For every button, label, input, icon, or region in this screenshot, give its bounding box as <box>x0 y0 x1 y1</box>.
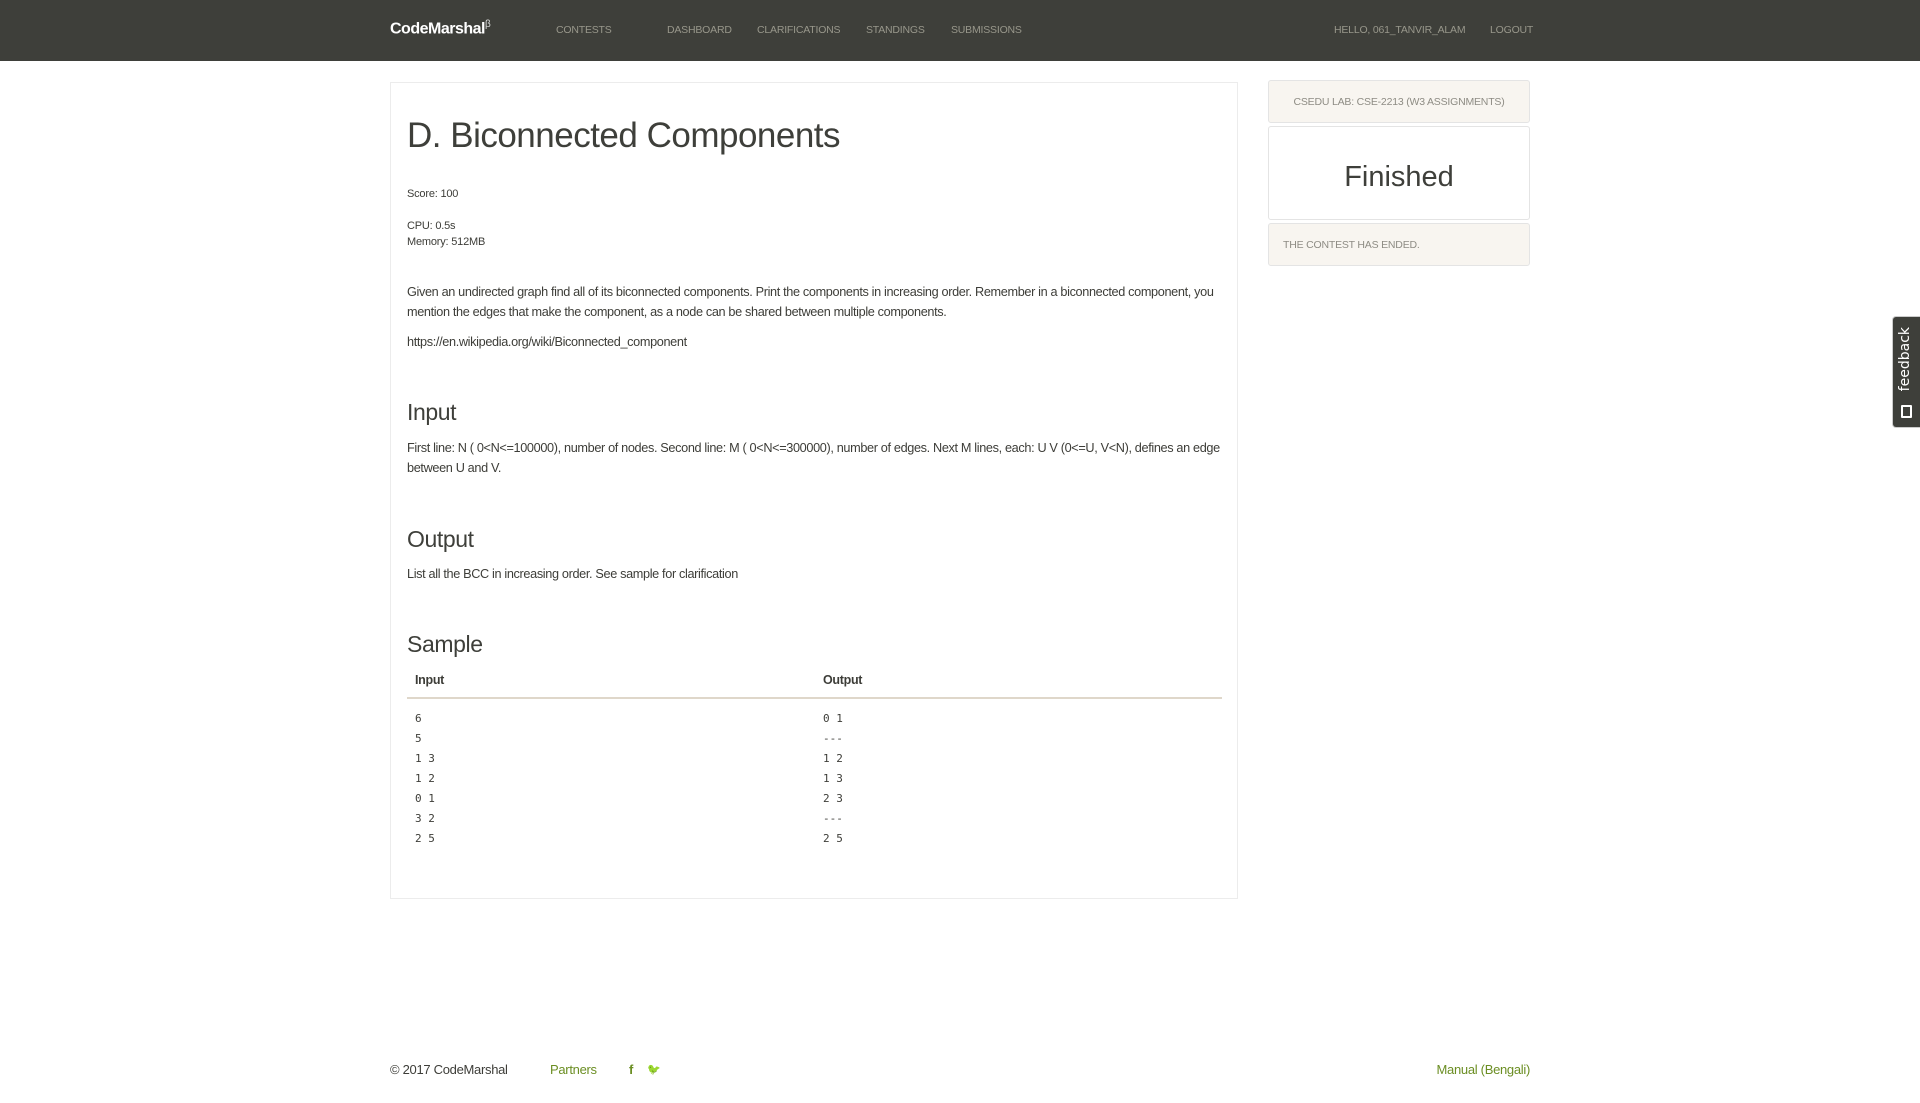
feedback-label: feedback <box>1897 327 1913 392</box>
partners-link[interactable]: Partners <box>550 1062 597 1077</box>
table-divider <box>407 697 1222 699</box>
contest-status: Finished <box>1268 126 1530 220</box>
cpu-limit: CPU: 0.5s <box>407 220 456 232</box>
manual-link[interactable]: Manual (Bengali) <box>1437 1062 1531 1077</box>
problem-panel: D. Biconnected Components Score: 100 CPU… <box>390 82 1238 899</box>
reference-link[interactable]: https://en.wikipedia.org/wiki/Biconnecte… <box>407 332 1227 352</box>
problem-title: D. Biconnected Components <box>407 116 841 155</box>
feedback-icon <box>1901 405 1912 418</box>
navbar: CodeMarshalβ CONTESTS DASHBOARD CLARIFIC… <box>0 0 1920 61</box>
feedback-tab[interactable]: feedback <box>1892 316 1920 428</box>
output-text: List all the BCC in increasing order. Se… <box>407 567 738 581</box>
input-text: First line: N ( 0<N<=100000), number of … <box>407 441 1220 475</box>
facebook-icon[interactable]: f <box>629 1062 633 1077</box>
logo[interactable]: CodeMarshalβ <box>390 19 491 38</box>
nav-clarifications[interactable]: CLARIFICATIONS <box>757 24 841 36</box>
sample-heading: Sample <box>407 631 483 657</box>
nav-user[interactable]: HELLO, 061_TANVIR_ALAM <box>1334 24 1466 36</box>
nav-submissions[interactable]: SUBMISSIONS <box>951 24 1022 36</box>
memory-limit: Memory: 512MB <box>407 236 486 248</box>
problem-description: Given an undirected graph find all of it… <box>407 285 1214 319</box>
nav-contests[interactable]: CONTESTS <box>556 24 612 36</box>
input-heading: Input <box>407 399 457 425</box>
copyright: © 2017 CodeMarshal <box>390 1062 508 1077</box>
nav-logout[interactable]: LOGOUT <box>1490 24 1533 36</box>
contest-message: THE CONTEST HAS ENDED. <box>1268 223 1530 266</box>
nav-dashboard[interactable]: DASHBOARD <box>667 24 732 36</box>
score: Score: 100 <box>407 188 459 200</box>
twitter-icon[interactable]: 🐦 <box>647 1063 661 1076</box>
output-heading: Output <box>407 526 474 552</box>
contest-name[interactable]: CSEDU LAB: CSE-2213 (W3 ASSIGNMENTS) <box>1268 80 1530 123</box>
nav-standings[interactable]: STANDINGS <box>866 24 925 36</box>
sample-output-header: Output <box>823 673 863 687</box>
sample-input-header: Input <box>415 673 445 687</box>
beta-mark: β <box>484 19 491 30</box>
logo-text: CodeMarshal <box>390 20 485 38</box>
sample-output: 0 1 --- 1 2 1 3 2 3 --- 2 5 <box>823 712 843 845</box>
sample-input: 6 5 1 3 1 2 0 1 3 2 2 5 <box>415 712 435 845</box>
